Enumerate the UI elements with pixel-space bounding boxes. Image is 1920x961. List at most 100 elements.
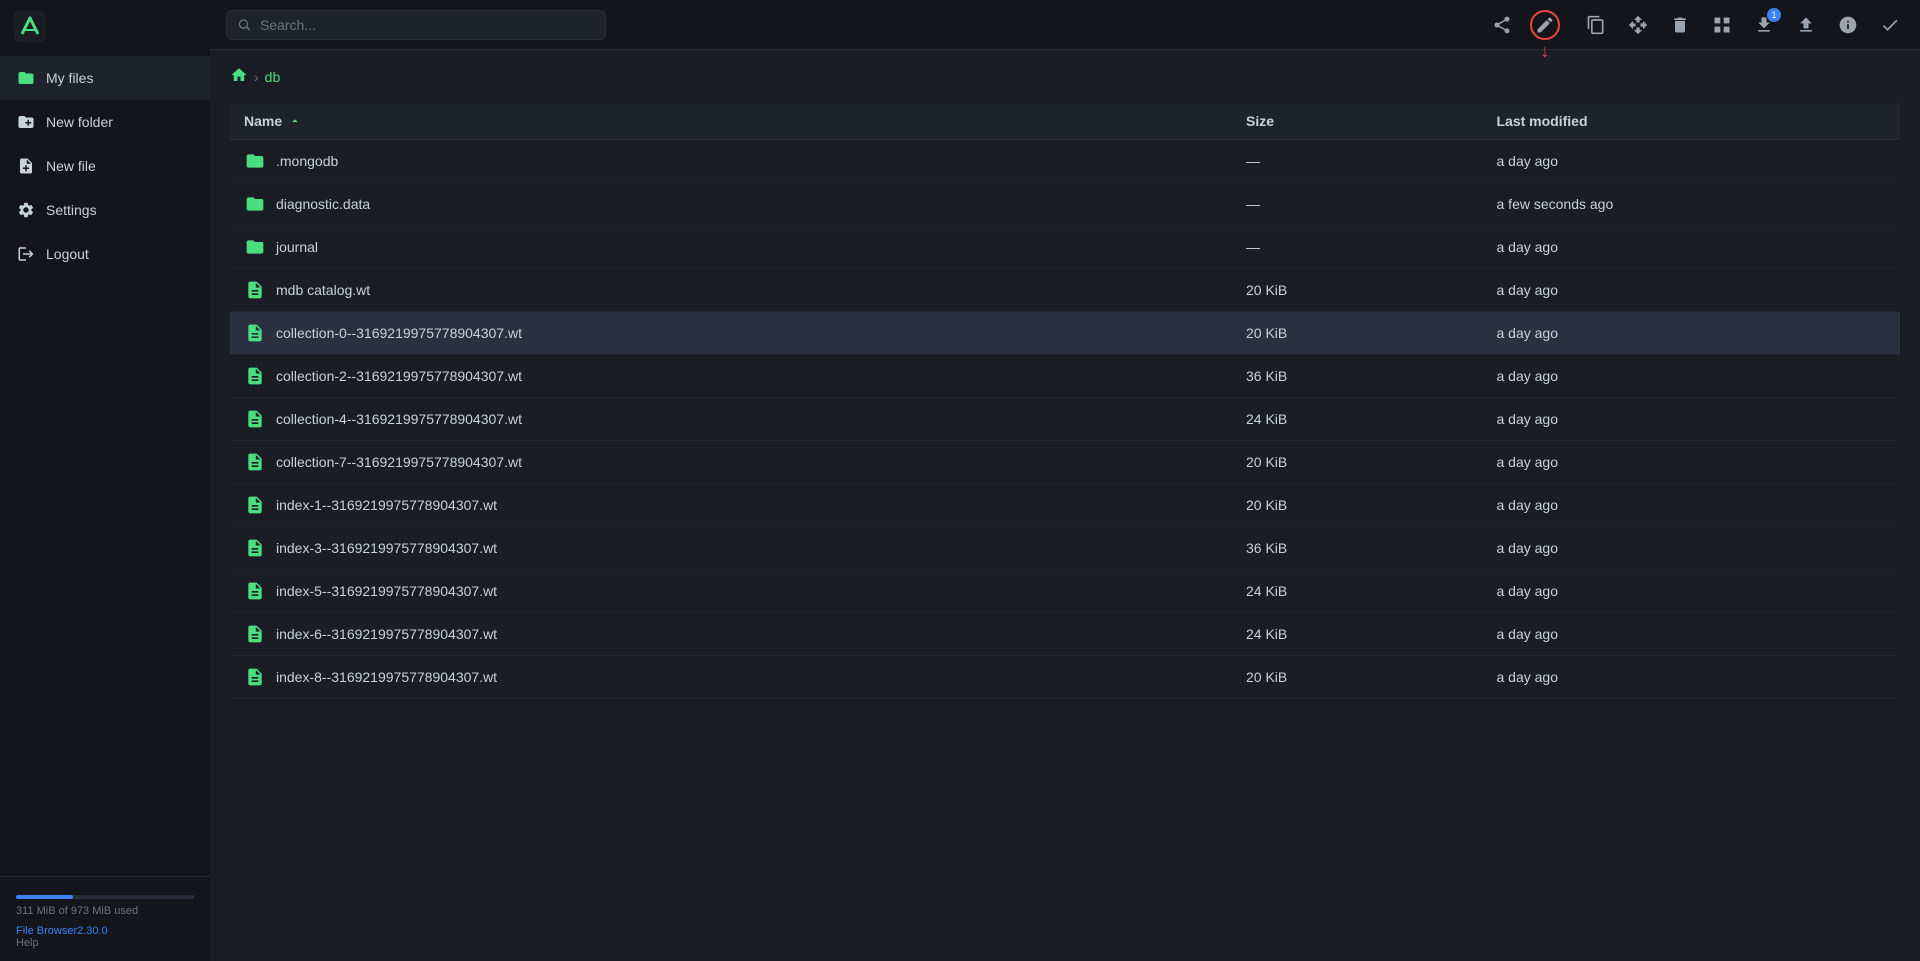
upload-button[interactable] <box>1792 11 1820 39</box>
table-row[interactable]: mdb catalog.wt 20 KiB a day ago <box>230 269 1900 312</box>
file-icon <box>244 451 266 473</box>
table-row[interactable]: collection-2--3169219975778904307.wt 36 … <box>230 355 1900 398</box>
sidebar-label-logout: Logout <box>46 246 89 262</box>
table-row[interactable]: diagnostic.data — a few seconds ago <box>230 183 1900 226</box>
file-name-cell: index-5--3169219975778904307.wt <box>244 580 1218 602</box>
file-name-cell: mdb catalog.wt <box>244 279 1218 301</box>
file-name: index-6--3169219975778904307.wt <box>276 626 497 642</box>
folder-icon <box>16 68 36 88</box>
copy-button[interactable] <box>1582 11 1610 39</box>
file-name-cell: diagnostic.data <box>244 193 1218 215</box>
file-name-cell: collection-2--3169219975778904307.wt <box>244 365 1218 387</box>
storage-bar-track <box>16 895 194 899</box>
search-container[interactable] <box>226 10 606 40</box>
download-button[interactable]: 1 <box>1750 11 1778 39</box>
breadcrumb-home[interactable] <box>230 66 248 87</box>
file-name: .mongodb <box>276 153 338 169</box>
file-icon <box>244 322 266 344</box>
sidebar: My files New folder New file Settings <box>0 0 210 961</box>
file-name: collection-7--3169219975778904307.wt <box>276 454 522 470</box>
info-button[interactable] <box>1834 11 1862 39</box>
file-name: mdb catalog.wt <box>276 282 370 298</box>
delete-button[interactable] <box>1666 11 1694 39</box>
logout-icon <box>16 244 36 264</box>
sidebar-item-logout[interactable]: Logout <box>0 232 210 276</box>
version-label[interactable]: File Browser2.30.0 <box>16 925 194 937</box>
upload-icon <box>1796 15 1816 35</box>
col-header-size: Size <box>1232 103 1483 140</box>
check-icon <box>1880 15 1900 35</box>
table-row[interactable]: collection-0--3169219975778904307.wt 20 … <box>230 312 1900 355</box>
share-icon <box>1492 15 1512 35</box>
file-size: — <box>1232 140 1483 183</box>
grid-view-button[interactable] <box>1708 11 1736 39</box>
file-name: collection-2--3169219975778904307.wt <box>276 368 522 384</box>
sidebar-nav: My files New folder New file Settings <box>0 52 210 876</box>
table-row[interactable]: collection-7--3169219975778904307.wt 20 … <box>230 441 1900 484</box>
file-name: index-3--3169219975778904307.wt <box>276 540 497 556</box>
sidebar-label-new-file: New file <box>46 158 96 174</box>
rename-button[interactable]: ↓ <box>1530 10 1560 40</box>
copy-icon <box>1586 15 1606 35</box>
file-name-cell: collection-7--3169219975778904307.wt <box>244 451 1218 473</box>
table-row[interactable]: index-6--3169219975778904307.wt 24 KiB a… <box>230 613 1900 656</box>
check-button[interactable] <box>1876 11 1904 39</box>
file-table: Name Size Last modified .m <box>230 103 1900 699</box>
file-name: diagnostic.data <box>276 196 370 212</box>
file-content: › db Name Size Last modified <box>210 50 1920 961</box>
file-size: 20 KiB <box>1232 312 1483 355</box>
search-input[interactable] <box>260 17 595 33</box>
search-icon <box>237 17 252 33</box>
share-button[interactable] <box>1488 11 1516 39</box>
sidebar-item-new-file[interactable]: New file <box>0 144 210 188</box>
pencil-icon <box>1535 15 1555 35</box>
file-size: 20 KiB <box>1232 484 1483 527</box>
table-row[interactable]: index-5--3169219975778904307.wt 24 KiB a… <box>230 570 1900 613</box>
file-icon <box>244 580 266 602</box>
trash-icon <box>1670 15 1690 35</box>
breadcrumb: › db <box>230 66 1900 87</box>
file-modified: a few seconds ago <box>1483 183 1901 226</box>
storage-bar-fill <box>16 895 73 899</box>
file-modified: a day ago <box>1483 527 1901 570</box>
file-modified: a day ago <box>1483 355 1901 398</box>
sidebar-item-settings[interactable]: Settings <box>0 188 210 232</box>
folder-icon <box>244 150 266 172</box>
breadcrumb-separator: › <box>254 69 259 85</box>
sidebar-item-new-folder[interactable]: New folder <box>0 100 210 144</box>
file-modified: a day ago <box>1483 570 1901 613</box>
sidebar-label-settings: Settings <box>46 202 97 218</box>
file-size: 36 KiB <box>1232 355 1483 398</box>
file-modified: a day ago <box>1483 312 1901 355</box>
file-icon <box>244 494 266 516</box>
sidebar-footer: 311 MiB of 973 MiB used File Browser2.30… <box>0 876 210 961</box>
download-badge: 1 <box>1767 8 1781 22</box>
col-header-modified: Last modified <box>1483 103 1901 140</box>
file-name: index-8--3169219975778904307.wt <box>276 669 497 685</box>
table-row[interactable]: index-3--3169219975778904307.wt 36 KiB a… <box>230 527 1900 570</box>
table-row[interactable]: journal — a day ago <box>230 226 1900 269</box>
file-name-cell: index-8--3169219975778904307.wt <box>244 666 1218 688</box>
file-modified: a day ago <box>1483 484 1901 527</box>
file-size: — <box>1232 226 1483 269</box>
file-icon <box>244 666 266 688</box>
file-name-cell: collection-0--3169219975778904307.wt <box>244 322 1218 344</box>
table-row[interactable]: .mongodb — a day ago <box>230 140 1900 183</box>
table-body: .mongodb — a day ago diagnostic.data — a… <box>230 140 1900 699</box>
table-row[interactable]: index-8--3169219975778904307.wt 20 KiB a… <box>230 656 1900 699</box>
logo-area <box>0 0 210 52</box>
table-row[interactable]: collection-4--3169219975778904307.wt 24 … <box>230 398 1900 441</box>
file-modified: a day ago <box>1483 140 1901 183</box>
sidebar-item-my-files[interactable]: My files <box>0 56 210 100</box>
table-row[interactable]: index-1--3169219975778904307.wt 20 KiB a… <box>230 484 1900 527</box>
file-size: 20 KiB <box>1232 269 1483 312</box>
move-button[interactable] <box>1624 11 1652 39</box>
help-label[interactable]: Help <box>16 937 194 949</box>
file-size: 20 KiB <box>1232 656 1483 699</box>
file-name: collection-0--3169219975778904307.wt <box>276 325 522 341</box>
breadcrumb-current[interactable]: db <box>265 69 281 85</box>
file-size: 24 KiB <box>1232 398 1483 441</box>
file-size: — <box>1232 183 1483 226</box>
col-header-name[interactable]: Name <box>230 103 1232 140</box>
grid-icon <box>1712 15 1732 35</box>
